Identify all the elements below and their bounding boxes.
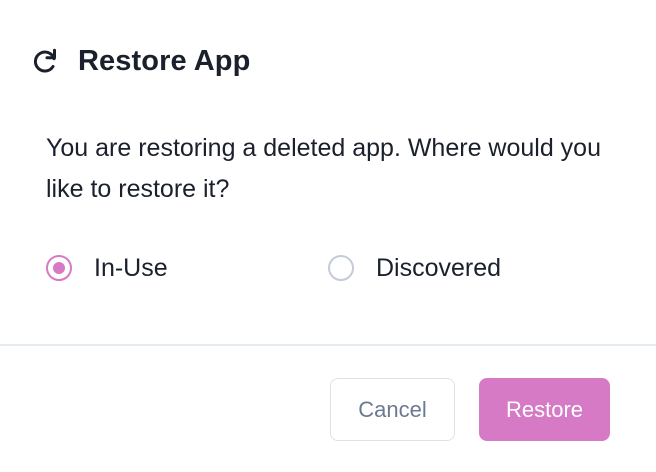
radio-label-in-use: In-Use	[94, 253, 168, 282]
restore-location-radio-group: In-Use Discovered	[46, 250, 626, 286]
footer-divider	[0, 344, 656, 346]
dialog-header: Restore App	[30, 40, 250, 82]
radio-button-in-use[interactable]	[46, 255, 72, 281]
radio-label-discovered: Discovered	[376, 253, 502, 282]
radio-option-discovered[interactable]: Discovered	[328, 250, 501, 286]
restore-app-dialog: Restore App You are restoring a deleted …	[0, 0, 656, 472]
dialog-title: Restore App	[78, 44, 251, 77]
cancel-button[interactable]: Cancel	[330, 378, 455, 441]
dialog-message: You are restoring a deleted app. Where w…	[46, 134, 601, 203]
refresh-icon	[30, 46, 60, 76]
radio-option-in-use[interactable]: In-Use	[46, 250, 168, 286]
radio-button-discovered[interactable]	[328, 255, 354, 281]
restore-button[interactable]: Restore	[479, 378, 610, 441]
radio-selected-dot	[53, 262, 65, 274]
